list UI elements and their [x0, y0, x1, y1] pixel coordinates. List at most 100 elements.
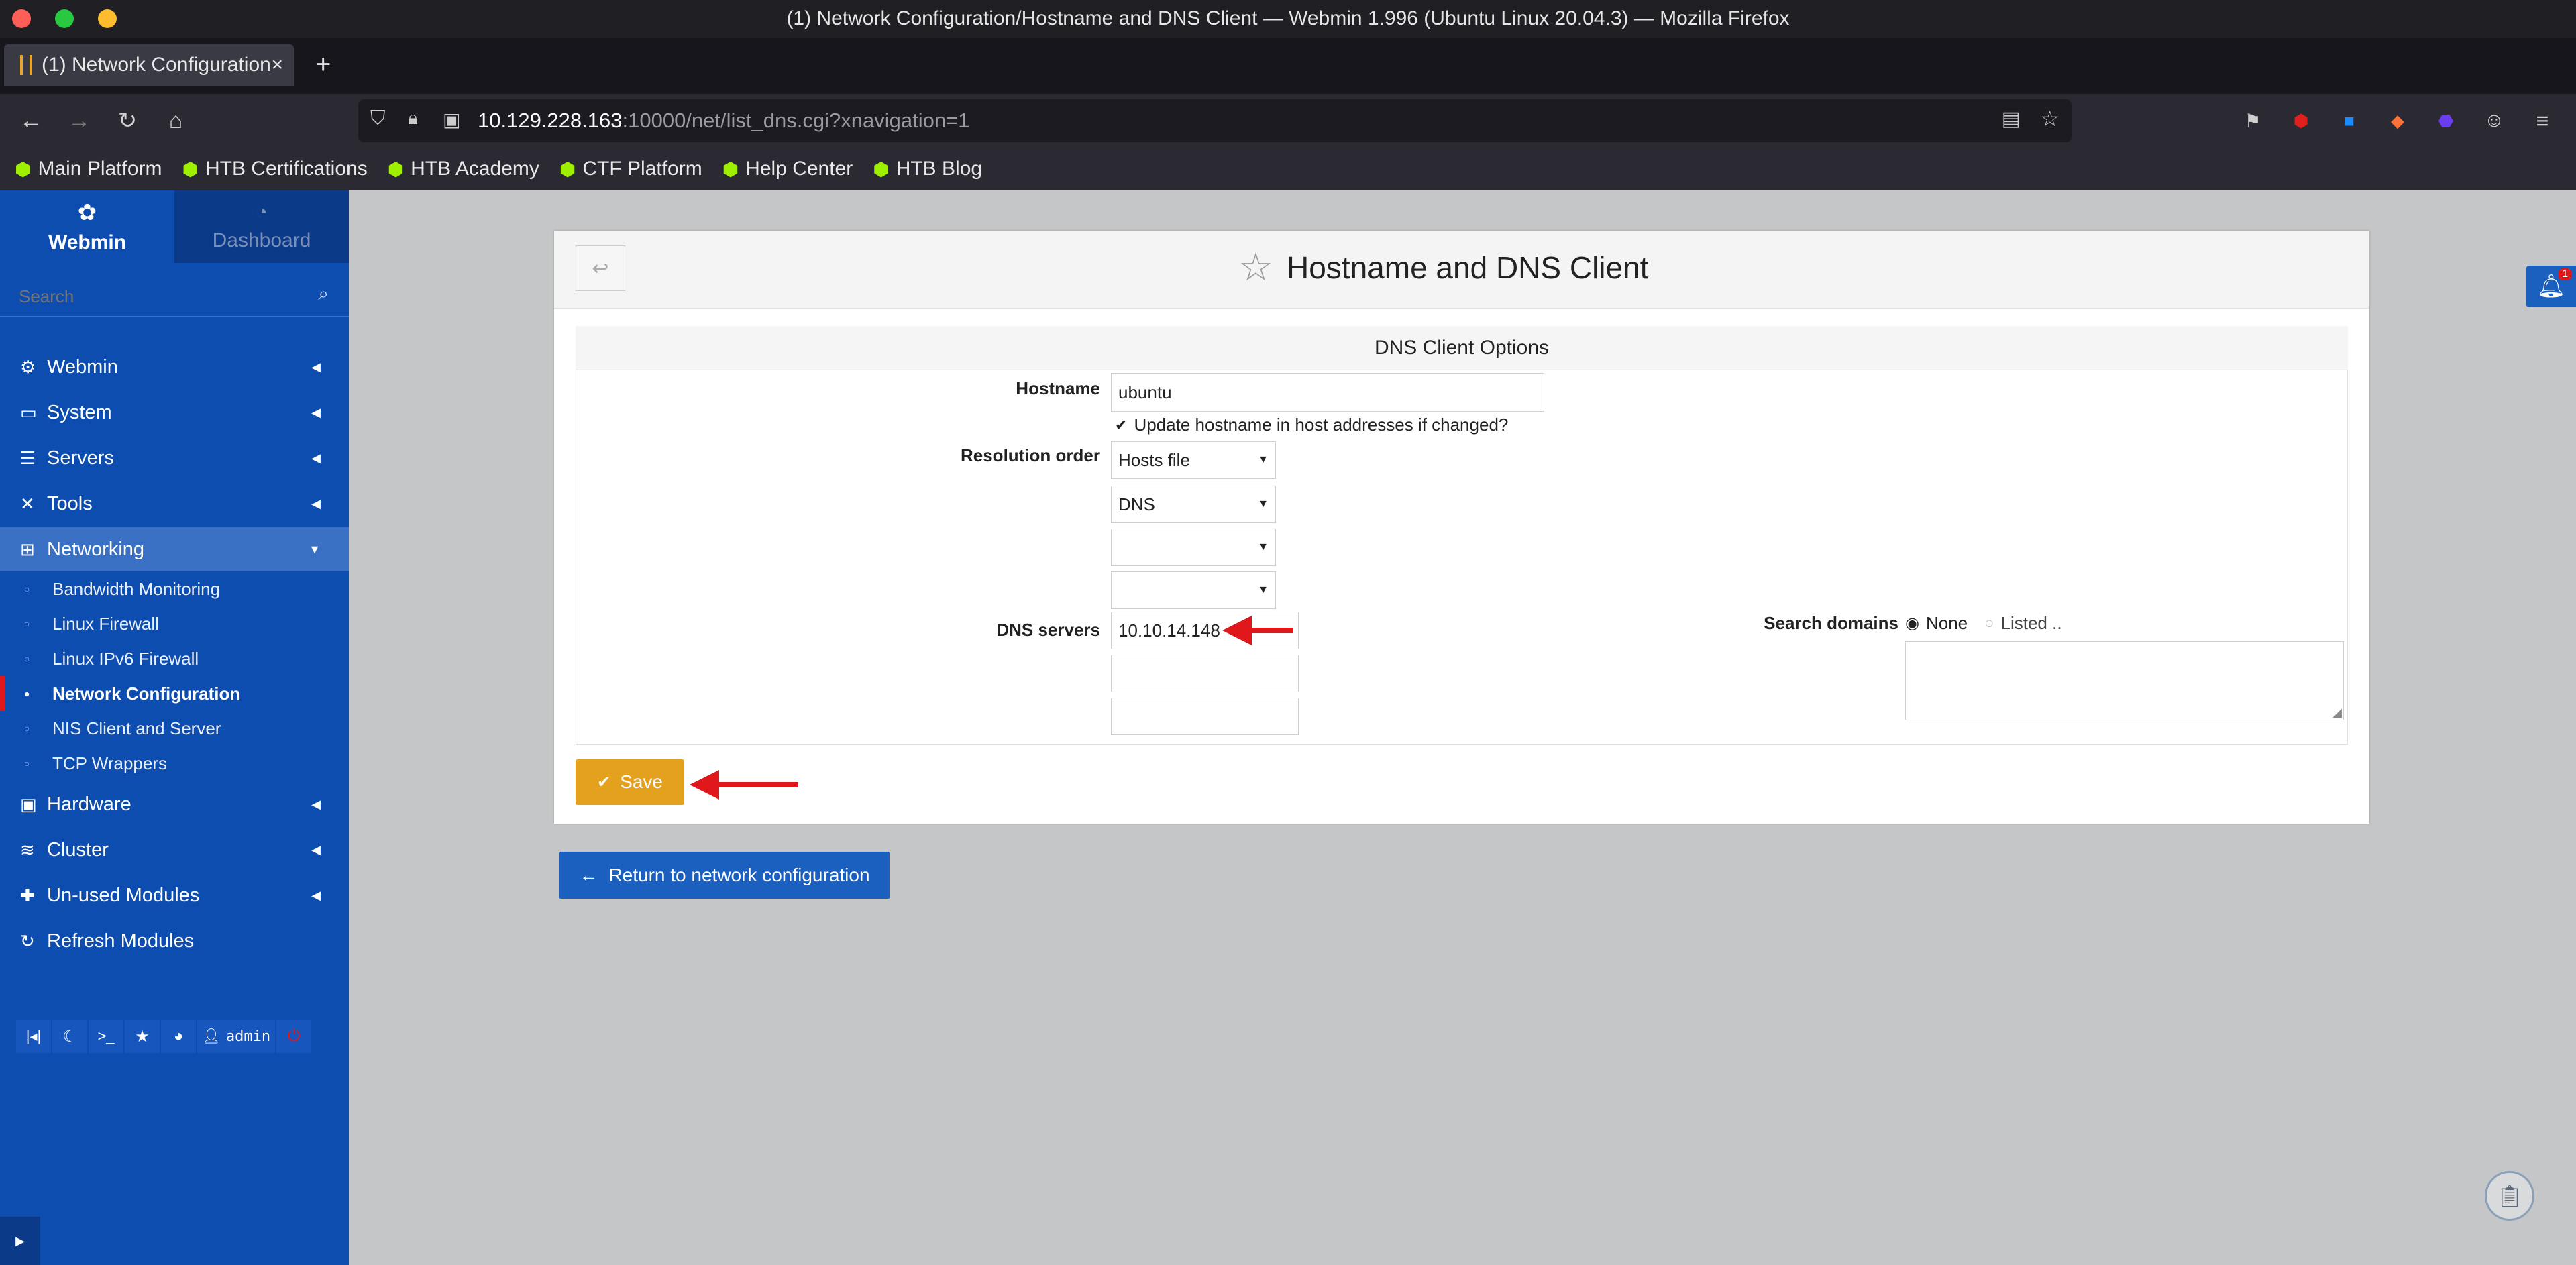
- extension-icon[interactable]: ⚑: [2234, 102, 2271, 140]
- s-extension-icon[interactable]: ■: [2330, 102, 2368, 140]
- fox-extension-icon[interactable]: ◆: [2379, 102, 2416, 140]
- refresh-icon: ↻: [20, 930, 35, 951]
- cube-icon: ⬢: [873, 158, 890, 180]
- minimize-window-icon[interactable]: [98, 9, 117, 28]
- maximize-window-icon[interactable]: [55, 9, 74, 28]
- sidebar-item-hardware[interactable]: ▣ Hardware ◀: [0, 782, 349, 826]
- bookmark-htb-certifications[interactable]: ⬢ HTB Certifications: [182, 158, 368, 180]
- hex-extension-icon[interactable]: ⬣: [2427, 102, 2465, 140]
- resolution-select-2[interactable]: DNS ▼: [1111, 486, 1276, 523]
- tab-webmin[interactable]: ✿ Webmin: [0, 190, 174, 263]
- circle-icon: ○: [24, 584, 30, 594]
- terminal-icon[interactable]: >_: [89, 1020, 123, 1053]
- palette-icon[interactable]: ◕: [161, 1020, 196, 1053]
- dropdown-arrow-icon: ▼: [1258, 454, 1269, 465]
- update-hostname-checkbox[interactable]: ✔ Update hostname in host addresses if ch…: [1115, 415, 1508, 435]
- notification-button[interactable]: 🔔︎ 1: [2526, 266, 2576, 307]
- sidebar-subitem-ipv6-firewall[interactable]: ○ Linux IPv6 Firewall: [0, 641, 349, 676]
- tools-icon: ✕: [20, 493, 35, 514]
- logout-icon[interactable]: ⏻: [276, 1020, 311, 1053]
- tab-strip: [0, 38, 2576, 94]
- search-input[interactable]: [19, 283, 301, 310]
- shield-icon[interactable]: ⛉: [370, 107, 386, 130]
- bookmark-help-center[interactable]: ⬢ Help Center: [722, 158, 853, 180]
- dns-server-input-3[interactable]: [1111, 698, 1299, 735]
- resize-handle-icon[interactable]: ◢: [2332, 706, 2342, 720]
- dropdown-arrow-icon: ▼: [1258, 498, 1269, 510]
- close-tab-icon[interactable]: ×: [271, 54, 283, 76]
- sidebar-subitem-nis[interactable]: ○ NIS Client and Server: [0, 711, 349, 746]
- home-icon[interactable]: ⌂: [157, 102, 195, 140]
- return-icon: ↩: [592, 257, 609, 280]
- sidebar-item-refresh-modules[interactable]: ↻ Refresh Modules: [0, 919, 349, 963]
- bookmark-star-icon[interactable]: ☆: [2040, 106, 2059, 131]
- sidebar-item-unused-modules[interactable]: ✚ Un-used Modules ◀: [0, 873, 349, 918]
- dropdown-arrow-icon: ▼: [1258, 584, 1269, 596]
- close-window-icon[interactable]: [12, 9, 31, 28]
- caret-left-icon: ◀: [311, 360, 321, 374]
- bookmark-main-platform[interactable]: ⬢ Main Platform: [15, 158, 162, 180]
- back-icon[interactable]: ←: [12, 102, 50, 140]
- sidebar-item-servers[interactable]: ☰ Servers ◀: [0, 436, 349, 480]
- favorite-star-icon[interactable]: ☆: [1238, 244, 1273, 290]
- sidebar-item-webmin[interactable]: ⚙ Webmin ◀: [0, 345, 349, 389]
- new-tab-icon[interactable]: +: [315, 50, 331, 80]
- clipboard-icon[interactable]: 📋︎: [2485, 1171, 2534, 1221]
- cube-icon: ⬢: [387, 158, 405, 180]
- resolution-select-1[interactable]: Hosts file ▼: [1111, 441, 1276, 479]
- reload-icon[interactable]: ↻: [109, 102, 146, 140]
- menu-icon[interactable]: ≡: [2524, 102, 2561, 140]
- collapse-icon[interactable]: |◂|: [16, 1020, 51, 1053]
- resolution-select-3[interactable]: ▼: [1111, 529, 1276, 566]
- sidebar-subitem-tcp-wrappers[interactable]: ○ TCP Wrappers: [0, 746, 349, 781]
- sidebar-search[interactable]: ⌕: [0, 279, 349, 317]
- webmin-logo-icon: ✿: [77, 200, 97, 225]
- annotation-arrow-dns: [1222, 616, 1252, 645]
- sidebar-subitem-network-configuration[interactable]: ● Network Configuration: [0, 676, 349, 711]
- bookmark-htb-blog[interactable]: ⬢ HTB Blog: [873, 158, 982, 180]
- search-domains-none-radio[interactable]: ◉ None: [1905, 613, 1968, 634]
- sidebar-item-cluster[interactable]: ≋ Cluster ◀: [0, 828, 349, 872]
- caret-left-icon: ◀: [311, 405, 321, 419]
- user-cog-icon: 👤︎: [201, 1028, 221, 1045]
- forward-icon[interactable]: →: [60, 102, 98, 140]
- layers-icon: ≋: [20, 839, 35, 860]
- sidebar-subitem-bandwidth[interactable]: ○ Bandwidth Monitoring: [0, 571, 349, 606]
- moon-icon[interactable]: ☾: [52, 1020, 87, 1053]
- account-icon[interactable]: ☺: [2475, 102, 2513, 140]
- bookmark-htb-academy[interactable]: ⬢ HTB Academy: [388, 158, 539, 180]
- notification-badge: 1: [2558, 268, 2572, 280]
- sidebar-subitem-linux-firewall[interactable]: ○ Linux Firewall: [0, 606, 349, 641]
- hostname-input[interactable]: ubuntu: [1111, 373, 1544, 412]
- sidebar-item-system[interactable]: ▭ System ◀: [0, 390, 349, 435]
- ublock-icon[interactable]: ⬢: [2282, 102, 2320, 140]
- circle-icon: ○: [24, 653, 30, 664]
- bookmarks-bar: ⬢ Main Platform ⬢ HTB Certifications ⬢ HTB …: [0, 148, 2576, 190]
- circle-icon: ○: [24, 723, 30, 734]
- back-button[interactable]: ↩: [576, 245, 625, 291]
- arrow-left-icon: ←: [579, 865, 598, 885]
- reader-view-icon[interactable]: ▤: [2002, 107, 2021, 131]
- hdd-icon: ▣: [20, 793, 37, 814]
- search-icon[interactable]: ⌕: [318, 283, 329, 305]
- sidebar-item-networking[interactable]: ⊞ Networking ▼: [0, 527, 349, 571]
- checkmark-icon: ✔: [1115, 416, 1128, 433]
- tab-title: (1) Network Configuration: [42, 54, 271, 76]
- dns-server-input-2[interactable]: [1111, 655, 1299, 692]
- save-button[interactable]: ✔ Save: [576, 759, 684, 805]
- bookmark-ctf-platform[interactable]: ⬢ CTF Platform: [559, 158, 702, 180]
- url-bar[interactable]: ⛉ 🔒︎ ▣ 10.129.228.163 :10000/net/list_dn…: [358, 99, 2072, 142]
- search-domains-textarea[interactable]: ◢: [1905, 641, 2344, 720]
- tab-dashboard[interactable]: ◔ Dashboard: [174, 190, 349, 263]
- user-button[interactable]: 👤︎ admin: [197, 1020, 275, 1053]
- expand-panel-icon[interactable]: ▶: [0, 1217, 40, 1265]
- star-icon[interactable]: ★: [125, 1020, 160, 1053]
- search-domains-listed-radio[interactable]: ○ Listed ..: [1984, 613, 2062, 634]
- cube-icon: ⬢: [559, 158, 576, 180]
- resolution-select-4[interactable]: ▼: [1111, 571, 1276, 609]
- return-button[interactable]: ← Return to network configuration: [559, 852, 890, 899]
- lock-icon[interactable]: 🔒︎: [408, 107, 418, 129]
- caret-left-icon: ◀: [311, 888, 321, 902]
- browser-tab[interactable]: (1) Network Configuration ×: [4, 44, 294, 86]
- sidebar-item-tools[interactable]: ✕ Tools ◀: [0, 482, 349, 526]
